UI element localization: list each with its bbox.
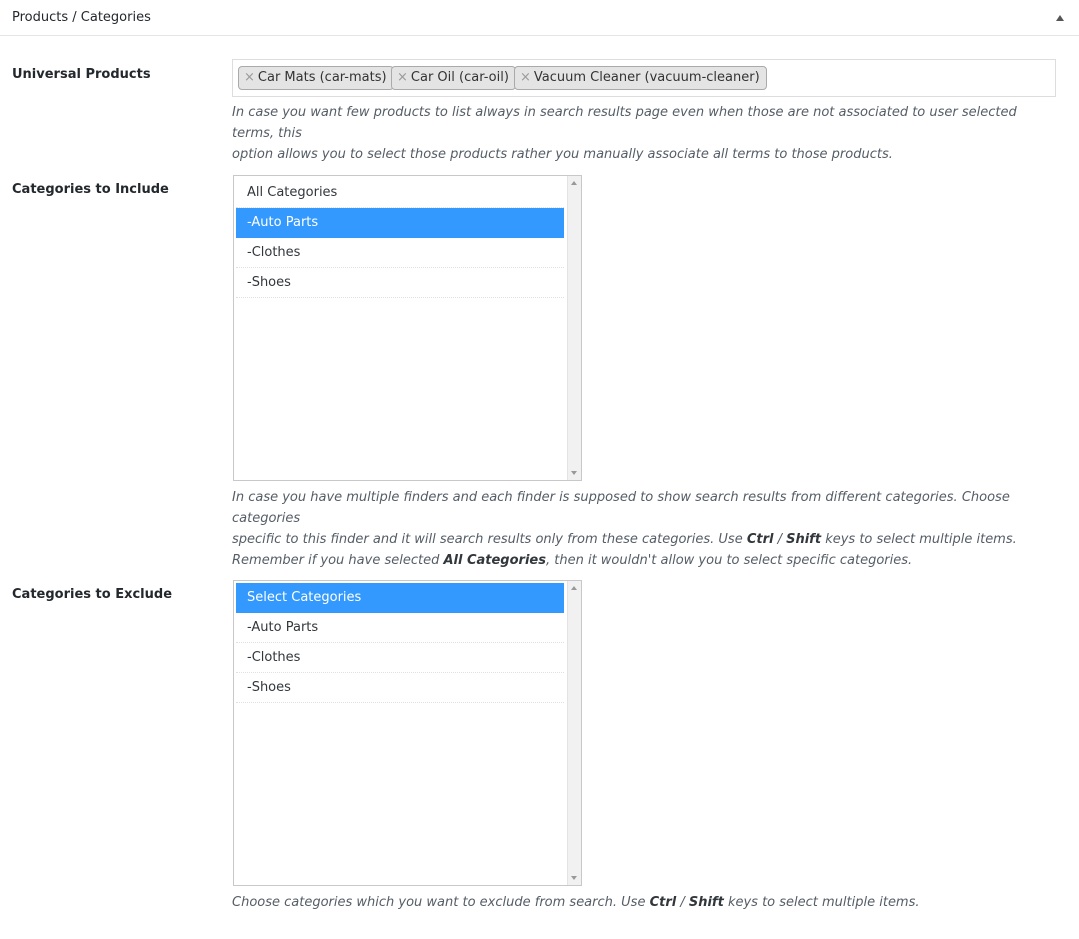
select-option[interactable]: -Auto Parts: [236, 613, 564, 643]
select-option-selected[interactable]: Select Categories: [236, 583, 564, 613]
product-tag: × Car Mats (car-mats): [238, 66, 394, 90]
select-option-selected[interactable]: -Auto Parts: [236, 208, 564, 238]
select-option[interactable]: -Shoes: [236, 673, 564, 703]
scroll-up-icon[interactable]: [571, 586, 577, 590]
scrollbar[interactable]: [567, 176, 581, 480]
select-option[interactable]: All Categories: [236, 178, 564, 208]
universal-products-input[interactable]: × Car Mats (car-mats) × Car Oil (car-oil) …: [232, 59, 1056, 97]
include-categories-select[interactable]: All Categories -Auto Parts -Clothes -Sho…: [233, 175, 582, 481]
remove-tag-icon[interactable]: ×: [520, 70, 531, 85]
scroll-down-icon[interactable]: [571, 471, 577, 475]
scroll-up-icon[interactable]: [571, 181, 577, 185]
panel-title: Products / Categories: [12, 10, 151, 25]
product-tag: × Vacuum Cleaner (vacuum-cleaner): [514, 66, 767, 90]
scrollbar[interactable]: [567, 581, 581, 885]
scroll-down-icon[interactable]: [571, 876, 577, 880]
exclude-categories-select[interactable]: Select Categories -Auto Parts -Clothes -…: [233, 580, 582, 886]
tag-label: Car Mats (car-mats): [257, 70, 387, 85]
universal-products-description: In case you want few products to list al…: [232, 105, 1017, 162]
remove-tag-icon[interactable]: ×: [397, 70, 408, 85]
select-option[interactable]: -Clothes: [236, 643, 564, 673]
exclude-categories-label: Categories to Exclude: [12, 587, 173, 602]
panel-header[interactable]: Products / Categories: [0, 0, 1079, 36]
product-tag: × Car Oil (car-oil): [391, 66, 516, 90]
include-categories-description: In case you have multiple finders and ea…: [232, 490, 1017, 568]
select-option[interactable]: -Shoes: [236, 268, 564, 298]
triangle-up-icon[interactable]: [1056, 15, 1064, 21]
universal-products-label: Universal Products: [12, 67, 151, 82]
include-categories-label: Categories to Include: [12, 182, 169, 197]
tag-label: Vacuum Cleaner (vacuum-cleaner): [533, 70, 760, 85]
select-option[interactable]: -Clothes: [236, 238, 564, 268]
tag-label: Car Oil (car-oil): [410, 70, 509, 85]
exclude-categories-description: Choose categories which you want to excl…: [232, 895, 920, 910]
remove-tag-icon[interactable]: ×: [244, 70, 255, 85]
